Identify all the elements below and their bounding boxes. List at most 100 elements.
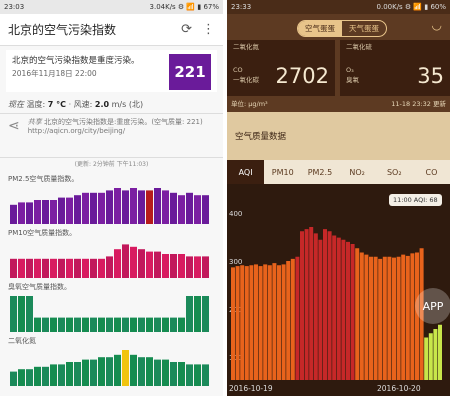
aqi-bar-1 (235, 266, 240, 380)
bar-0-6 (58, 197, 65, 224)
status-indicators: 3.04K/s ⚙ 📶 ▮ 67% (149, 3, 219, 11)
chart-tooltip: 11:00 AQI: 68 (389, 194, 442, 206)
bar-1-3 (34, 258, 41, 278)
bar-1-14 (122, 244, 129, 278)
chart-title-3: 二氧化氮 (8, 337, 36, 345)
aqi-headline: 北京的空气污染指数是重度污染。 (12, 56, 140, 66)
bar-1-6 (58, 258, 65, 278)
aqi-summary-card[interactable]: 北京的空气污染指数是重度污染。 2016年11月18日 22:00 221 (6, 50, 217, 92)
bar-1-17 (146, 251, 153, 278)
bar-3-7 (66, 362, 73, 386)
page-title: 北京的空气污染指数 (8, 23, 117, 37)
aqi-bar-9 (272, 263, 277, 380)
aqi-bar-17 (309, 227, 314, 380)
bar-3-21 (178, 362, 185, 386)
share-icon[interactable]: ⋖ (8, 119, 20, 153)
wind-label: · 风速: (68, 100, 93, 109)
bar-1-1 (18, 258, 25, 278)
co-name: 一氧化碳 (233, 76, 259, 84)
bar-3-4 (42, 366, 49, 386)
aqi-bar-0 (231, 267, 235, 380)
tab-4[interactable]: SO₂ (376, 160, 413, 184)
bar-3-9 (82, 359, 89, 386)
aqi-bar-12 (286, 261, 291, 380)
o3-value: 35 (417, 64, 444, 88)
aqi-bar-32 (378, 258, 383, 380)
pollutant-bar-chart-3 (10, 350, 209, 386)
bar-0-20 (170, 192, 177, 224)
bar-2-19 (162, 317, 169, 332)
aqi-bar-7 (263, 264, 268, 380)
aqi-bar-4 (249, 265, 254, 380)
bar-1-8 (74, 258, 81, 278)
share-url[interactable]: http://aqicn.org/city/beijing/ (28, 127, 125, 135)
bar-2-12 (106, 317, 113, 332)
bar-3-5 (50, 364, 57, 386)
bar-1-20 (170, 254, 177, 278)
status-bar-right: 23:33 0.00K/s ⚙ 📶 ▮ 60% (227, 0, 450, 14)
bar-0-22 (186, 192, 193, 224)
bar-0-23 (194, 195, 201, 224)
bar-3-24 (202, 364, 209, 386)
bar-2-9 (82, 317, 89, 332)
aqi-history-chart[interactable]: 4003002001002016-10-192016-10-20 (227, 184, 450, 396)
tab-5[interactable]: CO (413, 160, 450, 184)
bar-1-9 (82, 258, 89, 278)
pollutant-bar-chart-2 (10, 296, 209, 332)
bar-0-11 (98, 192, 105, 224)
aqi-bar-36 (396, 256, 401, 380)
chart-title-0: PM2.5空气质量指数。 (8, 175, 79, 183)
bar-0-4 (42, 200, 49, 224)
o3-label: O₃ (346, 66, 354, 74)
aqi-bar-19 (318, 239, 323, 380)
aqi-bar-15 (300, 231, 304, 380)
tab-weather-egg[interactable]: 天气蛋蛋 (342, 21, 386, 36)
bar-0-7 (66, 197, 73, 224)
aqi-bar-14 (295, 256, 300, 380)
app-bar: 北京的空气污染指数 ⟳ ⋮ (0, 14, 223, 46)
refresh-icon[interactable]: ⟳ (181, 22, 192, 37)
bar-0-15 (130, 188, 137, 224)
bar-2-2 (26, 296, 33, 332)
aqi-bar-37 (401, 254, 406, 380)
bar-1-15 (130, 246, 137, 278)
co-label: CO (233, 66, 243, 74)
y-label-1: 300 (229, 258, 242, 266)
share-row[interactable]: ⋖ 共享 北京的空气污染指数是:重度污染。(空气质量: 221) http://… (0, 114, 223, 158)
aqi-bar-20 (323, 229, 327, 380)
bar-2-21 (178, 317, 185, 332)
tab-3[interactable]: NO₂ (339, 160, 376, 184)
bar-0-17 (146, 190, 153, 224)
bar-0-2 (26, 202, 33, 224)
bar-3-10 (90, 359, 97, 386)
pollutant-tabs: AQI PM10 PM2.5 NO₂ SO₂ CO (227, 160, 450, 184)
bar-2-24 (202, 296, 209, 332)
bar-3-1 (18, 369, 25, 386)
bar-2-8 (74, 317, 81, 332)
aqi-bar-38 (405, 255, 410, 380)
tab-air-egg[interactable]: 空气蛋蛋 (298, 21, 342, 36)
bar-0-14 (122, 190, 129, 224)
bar-3-16 (138, 357, 145, 386)
bar-1-12 (106, 256, 113, 278)
status-time: 23:03 (4, 3, 25, 11)
aqi-bar-22 (332, 235, 337, 380)
bar-2-3 (34, 317, 41, 332)
egg-icon[interactable]: ◡ (432, 18, 442, 32)
share-text: 北京的空气污染指数是:重度污染。(空气质量: 221) (43, 118, 203, 126)
tab-1[interactable]: PM10 (264, 160, 301, 184)
aqi-bar-11 (281, 264, 286, 380)
no2-label: 二氧化氮 (233, 43, 259, 51)
more-vert-icon[interactable]: ⋮ (202, 22, 215, 37)
aqi-bar-33 (382, 256, 387, 380)
bar-3-22 (186, 364, 193, 386)
bar-3-12 (106, 357, 113, 386)
y-label-0: 400 (229, 210, 242, 218)
bar-3-20 (170, 362, 177, 386)
o3-name: 臭氧 (346, 76, 359, 84)
tab-0[interactable]: AQI (227, 160, 265, 184)
tab-2[interactable]: PM2.5 (301, 160, 338, 184)
bar-1-22 (186, 256, 193, 278)
bar-1-13 (114, 249, 121, 278)
aqi-bar-34 (387, 256, 392, 380)
